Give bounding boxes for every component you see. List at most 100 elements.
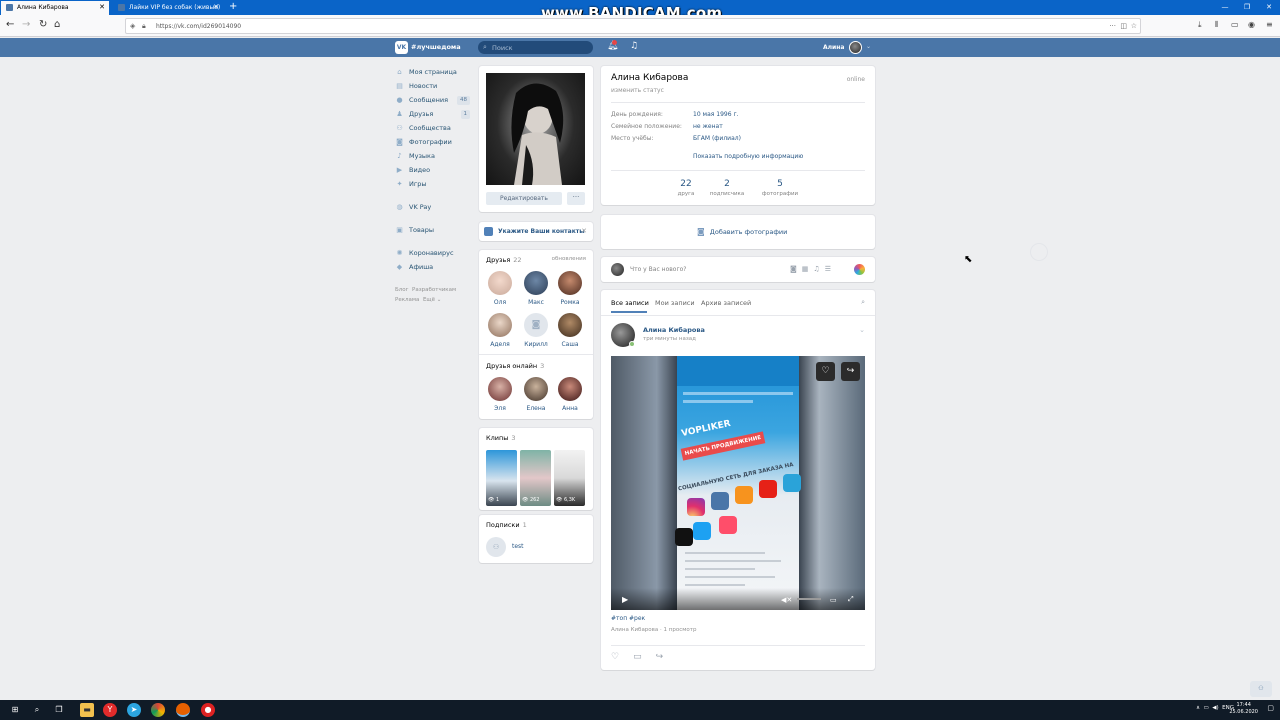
show-more-info-link[interactable]: Показать подробную информацию bbox=[693, 153, 803, 160]
info-relationship[interactable]: не женат bbox=[693, 123, 723, 130]
close-tab-icon[interactable]: ✕ bbox=[213, 3, 219, 11]
info-birthday[interactable]: 10 мая 1996 г. bbox=[693, 111, 739, 118]
online-friend-item[interactable]: Эля bbox=[484, 377, 516, 412]
post-hashtags[interactable]: #топ #рек bbox=[611, 615, 645, 622]
sidebar-item-messages[interactable]: ● Сообщения 48 bbox=[395, 95, 475, 109]
footer-link-blog[interactable]: Блог bbox=[395, 287, 409, 293]
edit-profile-button[interactable]: Редактировать bbox=[486, 192, 562, 205]
sidebar-item-afisha[interactable]: ◆ Афиша bbox=[395, 262, 475, 276]
friends-header[interactable]: Друзья 22 bbox=[486, 256, 522, 264]
add-photos-button[interactable]: ◙ Добавить фотографии bbox=[697, 227, 787, 236]
reload-icon[interactable]: ↻ bbox=[39, 19, 47, 31]
comment-icon[interactable]: ▭ bbox=[633, 652, 656, 662]
url-bar[interactable]: ◈ 🔒︎ https://vk.com/id269014090 ··· ◫ ☆ bbox=[125, 18, 1141, 34]
friend-item[interactable]: Аделя bbox=[484, 313, 516, 348]
attach-photo-icon[interactable]: ◙ bbox=[790, 265, 802, 273]
new-tab-icon[interactable]: + bbox=[229, 1, 237, 12]
sidebar-item-photos[interactable]: ◙ Фотографии bbox=[395, 137, 475, 151]
yandex-icon[interactable]: Y bbox=[103, 703, 117, 717]
attach-article-icon[interactable]: ☰ bbox=[825, 265, 836, 273]
stat-friends[interactable]: 22 друга bbox=[666, 179, 706, 197]
telegram-app-icon[interactable]: ➤ bbox=[127, 703, 141, 717]
clip-thumbnail[interactable]: 👁︎ 262 bbox=[520, 450, 551, 506]
taskbar-clock[interactable]: 17:44 25.06.2020 bbox=[1229, 702, 1258, 716]
attach-music-icon[interactable]: ♫ bbox=[813, 265, 824, 273]
minimize-icon[interactable]: — bbox=[1214, 0, 1236, 15]
online-friend-item[interactable]: Елена bbox=[520, 377, 552, 412]
sidebar-item-vkpay[interactable]: ◍ VK Pay bbox=[395, 202, 475, 216]
volume-slider[interactable] bbox=[797, 598, 821, 600]
task-view-icon[interactable]: ❒ bbox=[52, 703, 66, 717]
sidebar-item-music[interactable]: ♪ Музыка bbox=[395, 151, 475, 165]
friend-item[interactable]: Оля bbox=[484, 271, 516, 306]
back-icon[interactable]: ← bbox=[6, 19, 14, 31]
vk-search-input[interactable]: ⌕ Поиск bbox=[478, 41, 593, 54]
clip-thumbnail[interactable]: 👁︎ 6,3K bbox=[554, 450, 585, 506]
library-icon[interactable]: ⫴ bbox=[1215, 20, 1218, 30]
post-author-name[interactable]: Алина Кибарова bbox=[643, 326, 705, 334]
footer-link-more[interactable]: Ещё bbox=[423, 297, 435, 303]
tray-network-icon[interactable]: ▭ bbox=[1204, 705, 1209, 711]
post-author-avatar[interactable] bbox=[611, 323, 635, 347]
header-user-name[interactable]: Алина bbox=[823, 44, 844, 51]
sidebar-item-news[interactable]: ▤ Новости bbox=[395, 81, 475, 95]
close-window-icon[interactable]: ✕ bbox=[1258, 0, 1280, 15]
sidebar-item-friends[interactable]: ♟ Друзья 1 bbox=[395, 109, 475, 123]
tray-arrow-icon[interactable]: ∧ bbox=[1196, 705, 1200, 711]
close-icon[interactable]: ✕ bbox=[581, 227, 587, 235]
header-avatar[interactable] bbox=[849, 41, 862, 54]
friend-item[interactable]: Саша bbox=[554, 313, 586, 348]
vk-logo-icon[interactable]: VK bbox=[395, 41, 408, 54]
taskbar-search-icon[interactable]: ⌕ bbox=[30, 703, 44, 717]
tab-my-posts[interactable]: Мои записи bbox=[655, 299, 695, 307]
action-center-icon[interactable]: ▢ bbox=[1267, 704, 1274, 712]
sidebar-item-my-page[interactable]: ⌂ Моя страница bbox=[395, 67, 475, 81]
friend-item[interactable]: ◙ Кирилл bbox=[520, 313, 552, 348]
sidebar-toggle-icon[interactable]: ▭ bbox=[1231, 20, 1239, 29]
windows-start-icon[interactable]: ⊞ bbox=[8, 703, 22, 717]
downloads-icon[interactable]: ⤓ bbox=[1198, 20, 1202, 30]
firefox-icon[interactable] bbox=[176, 703, 190, 717]
notifications-bell-icon[interactable]: 🔔︎ bbox=[607, 40, 618, 51]
tab-inactive[interactable]: Лайки VIP без собак (живые) ✕ bbox=[113, 1, 223, 15]
friend-item[interactable]: Макс bbox=[520, 271, 552, 306]
tab-all-posts[interactable]: Все записи bbox=[611, 299, 649, 307]
like-icon[interactable]: ♡ bbox=[611, 652, 633, 662]
chat-toggle-button[interactable]: ⚇ bbox=[1250, 681, 1272, 697]
bookmark-star-icon[interactable]: ☆ bbox=[1131, 22, 1137, 30]
forward-icon[interactable]: → bbox=[22, 19, 30, 31]
music-player-icon[interactable]: ♫ bbox=[630, 41, 638, 51]
clips-header[interactable]: Клипы 3 bbox=[486, 434, 516, 442]
home-browser-icon[interactable]: ⌂ bbox=[54, 19, 60, 31]
compose-input[interactable]: Что у Вас нового? bbox=[630, 266, 686, 273]
sidebar-item-communities[interactable]: ⚇ Сообщества bbox=[395, 123, 475, 137]
friends-online-header[interactable]: Друзья онлайн 3 bbox=[486, 362, 544, 370]
fullscreen-icon[interactable]: ⤢ bbox=[848, 595, 854, 604]
vk-hashtag[interactable]: #лучшедома bbox=[411, 43, 461, 51]
stat-photos[interactable]: 5 фотографии bbox=[760, 179, 800, 197]
file-explorer-icon[interactable]: ▬ bbox=[80, 703, 94, 717]
footer-link-ads[interactable]: Реклама bbox=[395, 297, 419, 303]
play-icon[interactable]: ▶ bbox=[622, 595, 628, 604]
menu-icon[interactable]: ≡ bbox=[1266, 20, 1273, 29]
profile-status[interactable]: изменить статус bbox=[611, 87, 664, 94]
tray-volume-icon[interactable]: ◀) bbox=[1212, 705, 1218, 711]
chrome-icon[interactable] bbox=[151, 703, 165, 717]
friends-updates-link[interactable]: обновления bbox=[552, 256, 586, 262]
account-icon[interactable]: ◉ bbox=[1248, 20, 1255, 29]
video-player[interactable]: VOPLIKER НАЧАТЬ ПРОДВИЖЕНИЕ СОЦИАЛЬНУЮ С… bbox=[611, 356, 865, 610]
pip-icon[interactable]: ▭ bbox=[830, 596, 837, 604]
maximize-icon[interactable]: ❐ bbox=[1236, 0, 1258, 15]
footer-link-dev[interactable]: Разработчикам bbox=[412, 287, 456, 293]
mute-icon[interactable]: ◀✕ bbox=[781, 596, 792, 604]
subscription-name[interactable]: test bbox=[512, 543, 524, 550]
bandicam-record-icon[interactable]: ● bbox=[201, 703, 215, 717]
info-education[interactable]: БГАМ (филиал) bbox=[693, 135, 741, 142]
sidebar-item-games[interactable]: ✦ Игры bbox=[395, 179, 475, 193]
page-actions-icon[interactable]: ··· bbox=[1109, 22, 1116, 30]
sidebar-item-video[interactable]: ▶ Видео bbox=[395, 165, 475, 179]
contacts-prompt-card[interactable]: Укажите Ваши контакты ✕ bbox=[479, 222, 593, 241]
more-actions-button[interactable]: ··· bbox=[567, 192, 585, 205]
tab-active[interactable]: Алина Кибарова ✕ bbox=[1, 1, 109, 15]
share-icon[interactable]: ↪ bbox=[656, 652, 678, 662]
